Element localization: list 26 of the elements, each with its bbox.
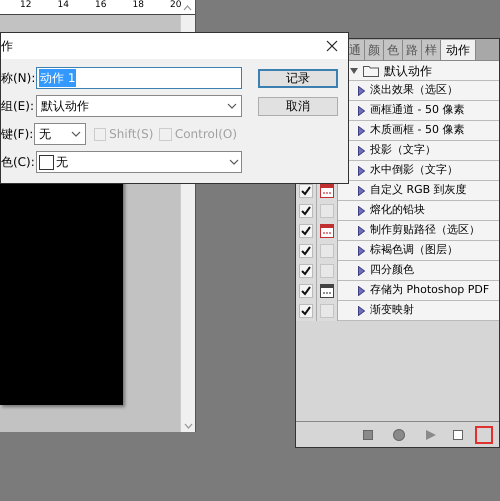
dropdown-value: 默认动作 xyxy=(41,98,89,115)
field-label: 称(N): xyxy=(1,70,36,87)
panel-tab[interactable]: 颜 xyxy=(365,40,384,60)
panel-tab[interactable]: 色 xyxy=(384,40,403,60)
field-label: 组(E): xyxy=(1,98,35,115)
ruler-label: 16 xyxy=(95,0,106,11)
checkbox-label: Control(O) xyxy=(174,126,237,143)
color-dropdown[interactable]: 无 xyxy=(36,151,242,173)
ruler-label: 18 xyxy=(132,0,144,11)
panel-tab[interactable]: 路 xyxy=(403,40,422,60)
window-title: 作 xyxy=(1,38,13,55)
panel-tab[interactable]: 动作 xyxy=(441,40,476,60)
panel-tab[interactable]: 样 xyxy=(422,40,441,60)
ruler-label: 12 xyxy=(20,0,32,11)
checkbox-label: Shift(S) xyxy=(109,126,154,143)
dialog-button[interactable]: 记录 xyxy=(258,69,338,88)
dropdown-value: 无 xyxy=(56,154,68,171)
field-label: 色(C): xyxy=(1,154,36,171)
selected-text: 动作 1 xyxy=(39,69,76,87)
field-label: 键(F): xyxy=(1,126,34,143)
dropdown-value: 无 xyxy=(39,126,52,143)
function-key-dropdown[interactable]: 无 xyxy=(34,123,86,145)
set-dropdown[interactable]: 默认动作 xyxy=(36,95,242,117)
ruler-label: 14 xyxy=(58,0,69,11)
dialog-button[interactable]: 取消 xyxy=(258,97,338,116)
ruler-label: 20 xyxy=(170,0,182,11)
